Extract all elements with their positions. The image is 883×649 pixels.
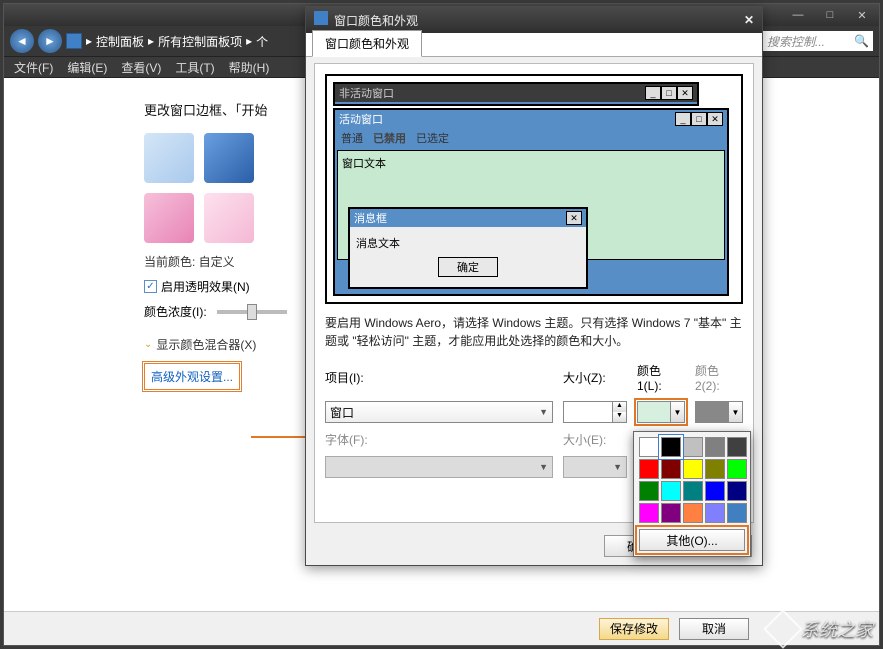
chevron-down-icon[interactable]: ▼ (670, 402, 684, 422)
palette-swatch[interactable] (639, 437, 659, 457)
chevron-down-icon[interactable]: ▼ (728, 402, 742, 422)
palette-swatch[interactable] (683, 437, 703, 457)
font-label: 字体(F): (325, 431, 553, 448)
nav-forward-button[interactable]: ► (38, 29, 62, 53)
cp-search-input[interactable]: 搜索控制... 🔍 (763, 31, 873, 51)
palette-swatch[interactable] (639, 481, 659, 501)
spin-down-icon[interactable]: ▼ (612, 412, 626, 422)
dialog-tabs: 窗口颜色和外观 (306, 33, 762, 57)
intensity-label: 颜色浓度(I): (144, 303, 207, 320)
menu-tools[interactable]: 工具(T) (175, 59, 214, 76)
palette-swatch[interactable] (705, 437, 725, 457)
palette-swatch[interactable] (683, 459, 703, 479)
control-panel-icon (66, 33, 82, 49)
palette-swatch[interactable] (683, 503, 703, 523)
dialog-note: 要启用 Windows Aero，请选择 Windows 主题。只有选择 Win… (325, 314, 743, 350)
color2-swatch (696, 402, 728, 422)
nav-back-button[interactable]: ◄ (10, 29, 34, 53)
save-button[interactable]: 保存修改 (599, 618, 669, 640)
palette-swatch[interactable] (705, 459, 725, 479)
dialog-icon (314, 11, 328, 25)
search-icon[interactable]: 🔍 (854, 34, 869, 48)
breadcrumb-l1[interactable]: 所有控制面板项 (158, 33, 242, 50)
palette-other-button[interactable]: 其他(O)... (639, 529, 745, 551)
palette-swatch[interactable] (661, 481, 681, 501)
intensity-slider[interactable] (217, 310, 287, 314)
breadcrumb-root[interactable]: 控制面板 (96, 33, 144, 50)
color-swatch-pink2[interactable] (204, 193, 254, 243)
palette-swatch[interactable] (727, 437, 747, 457)
palette-swatch[interactable] (683, 481, 703, 501)
palette-swatch[interactable] (727, 481, 747, 501)
menu-view[interactable]: 查看(V) (121, 59, 161, 76)
cp-footer: 保存修改 取消 (4, 611, 879, 645)
watermark: 系统之家 (769, 615, 873, 643)
size-label: 大小(Z): (563, 369, 627, 386)
palette-swatch[interactable] (705, 481, 725, 501)
preview-inactive-window: 非活动窗口 _□✕ (333, 82, 699, 106)
menu-help[interactable]: 帮助(H) (229, 59, 270, 76)
cp-close-button[interactable]: ✕ (849, 7, 875, 23)
breadcrumb-l2[interactable]: 个 (256, 33, 268, 50)
item-label: 项目(I): (325, 369, 553, 386)
cp-max-button[interactable]: □ (817, 7, 843, 23)
preview-client-area: 窗口文本 消息框✕ 消息文本 确定 (337, 150, 725, 260)
color2-button[interactable]: ▼ (695, 401, 743, 423)
item-combo[interactable]: 窗口▼ (325, 401, 553, 423)
color1-swatch (638, 402, 670, 422)
tab-color-appearance[interactable]: 窗口颜色和外观 (312, 30, 422, 57)
color-palette-popup: 其他(O)... (633, 431, 751, 557)
chevron-down-icon: ⌄ (144, 339, 152, 350)
chevron-down-icon: ▼ (539, 407, 548, 417)
cp-min-button[interactable]: — (785, 7, 811, 23)
menu-file[interactable]: 文件(F) (14, 59, 53, 76)
palette-grid (639, 437, 745, 523)
palette-swatch[interactable] (661, 437, 681, 457)
color-swatch-lightblue[interactable] (144, 133, 194, 183)
size-spinner[interactable]: ▲▼ (563, 401, 627, 423)
slider-thumb[interactable] (247, 304, 257, 320)
color-swatch-pink1[interactable] (144, 193, 194, 243)
palette-swatch[interactable] (661, 503, 681, 523)
size2-combo: ▼ (563, 456, 627, 478)
preview-active-window: 活动窗口 _□✕ 普通 已禁用 已选定 窗口文本 消息框✕ 消息文本 确定 (333, 108, 729, 296)
spin-up-icon[interactable]: ▲ (612, 402, 626, 412)
palette-swatch[interactable] (705, 503, 725, 523)
color1-button[interactable]: ▼ (637, 401, 685, 423)
color-swatch-blue[interactable] (204, 133, 254, 183)
font-combo: ▼ (325, 456, 553, 478)
preview-messagebox: 消息框✕ 消息文本 确定 (348, 207, 588, 289)
color1-label: 颜色 1(L): (637, 362, 685, 393)
color2-label: 颜色 2(2): (695, 362, 743, 393)
palette-swatch[interactable] (727, 503, 747, 523)
menu-edit[interactable]: 编辑(E) (67, 59, 107, 76)
preview-window-controls: _□✕ (645, 86, 693, 100)
dialog-close-button[interactable]: ✕ (744, 13, 754, 27)
size2-label: 大小(E): (563, 431, 627, 448)
preview-ok-button: 确定 (438, 257, 498, 277)
watermark-logo-icon (763, 609, 803, 649)
cancel-button[interactable]: 取消 (679, 618, 749, 640)
palette-swatch[interactable] (639, 459, 659, 479)
advanced-appearance-link[interactable]: 高级外观设置... (144, 363, 240, 390)
palette-swatch[interactable] (639, 503, 659, 523)
palette-swatch[interactable] (661, 459, 681, 479)
checkbox-icon: ✓ (144, 280, 157, 293)
preview-window-controls: _□✕ (675, 112, 723, 126)
preview-area: 非活动窗口 _□✕ 活动窗口 _□✕ 普通 已禁用 已选定 窗口文本 消息框✕ (325, 74, 743, 304)
palette-swatch[interactable] (727, 459, 747, 479)
